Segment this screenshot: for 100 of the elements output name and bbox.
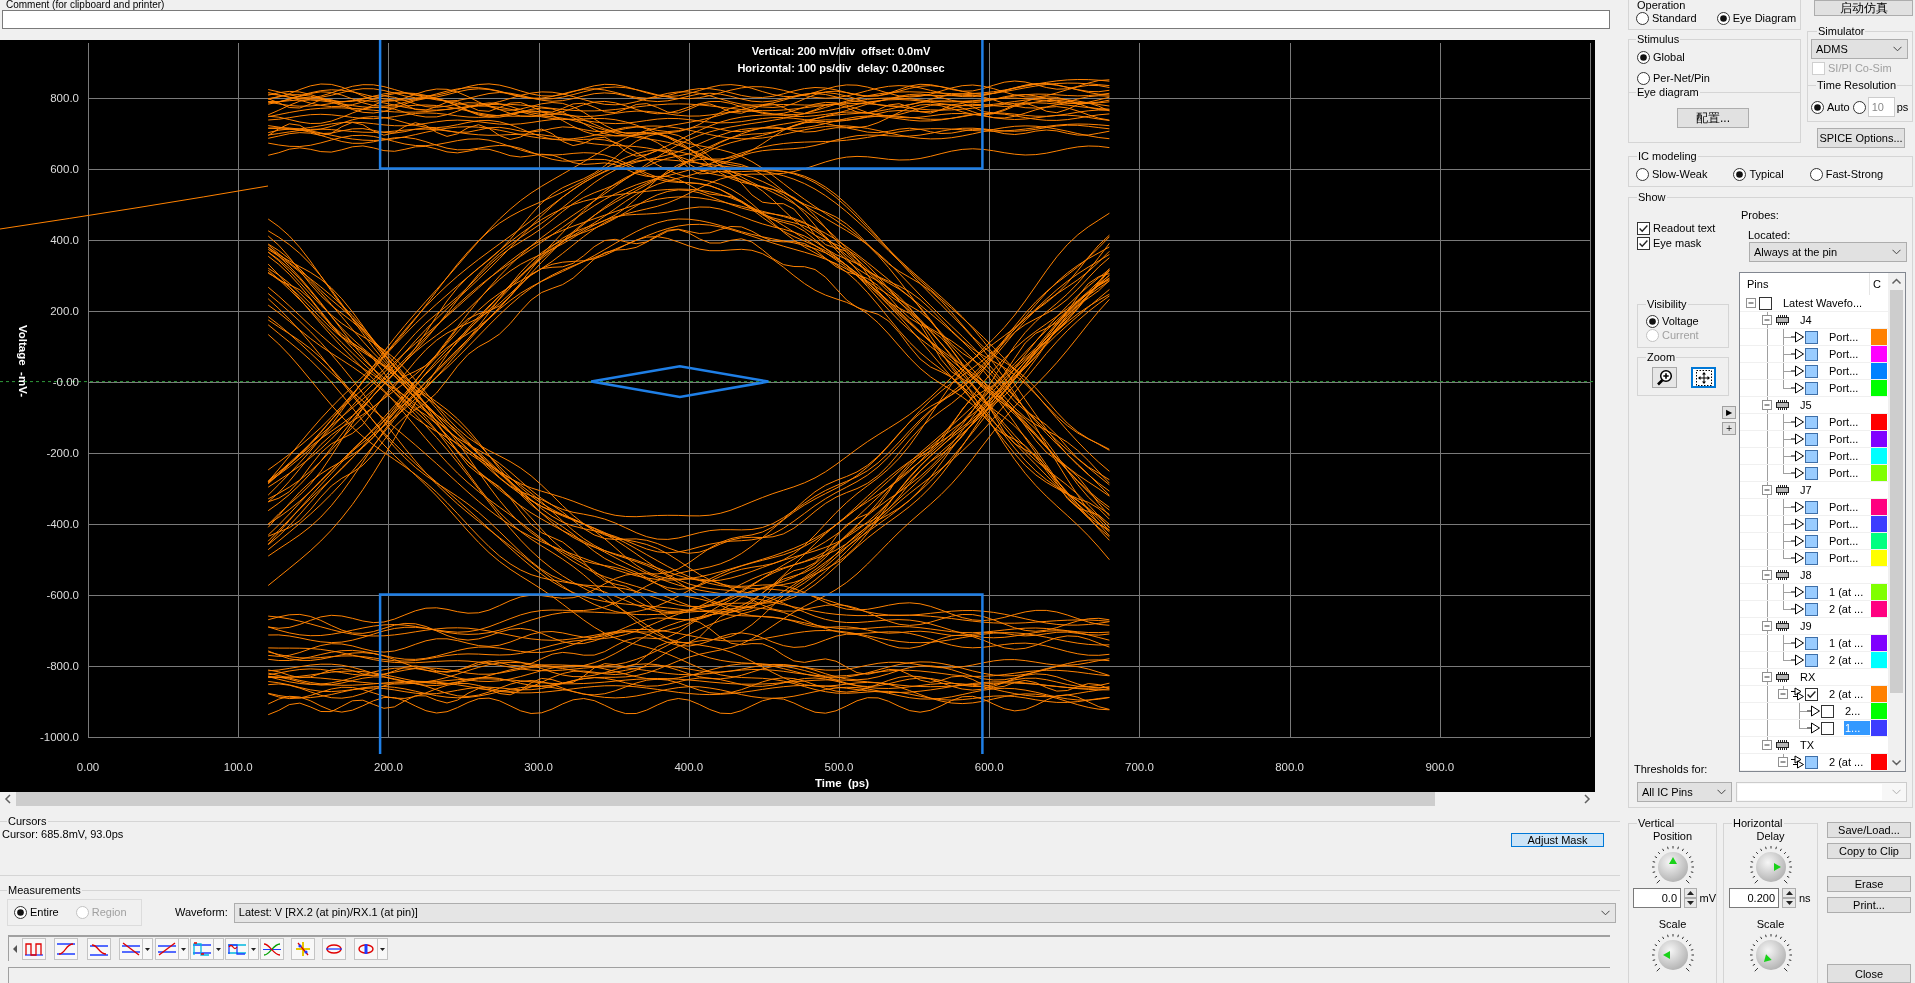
radio-button[interactable]	[14, 906, 27, 919]
measurement-tool-button[interactable]	[190, 938, 224, 960]
simulator-dropdown[interactable]: ADMS	[1811, 39, 1908, 59]
spice-options-button[interactable]: SPICE Options...	[1817, 128, 1905, 148]
tree-item[interactable]: Port...	[1828, 364, 1870, 378]
close-button[interactable]: Close	[1827, 964, 1911, 983]
collapse-toggle[interactable]	[1746, 297, 1757, 309]
tree-item[interactable]: Port...	[1828, 551, 1870, 565]
collapse-toggle[interactable]	[1762, 569, 1773, 581]
radio-button[interactable]	[1646, 315, 1659, 328]
measurement-tool-button[interactable]	[291, 938, 315, 960]
configure-button[interactable]: 配置...	[1677, 108, 1749, 128]
checkbox[interactable]	[1805, 653, 1818, 667]
measurement-tool-button[interactable]	[54, 938, 78, 960]
checkbox[interactable]	[1805, 687, 1818, 701]
checkbox[interactable]	[1805, 432, 1818, 446]
checkbox[interactable]	[1821, 721, 1834, 735]
measurement-tool-button[interactable]	[22, 938, 46, 960]
measurement-tool-button[interactable]	[322, 938, 346, 960]
tree-item[interactable]: Port...	[1828, 381, 1870, 395]
tree-item[interactable]: Port...	[1828, 432, 1870, 446]
located-dropdown[interactable]: Always at the pin	[1749, 242, 1907, 262]
collapse-toggle[interactable]	[1762, 314, 1773, 326]
checkbox[interactable]	[1805, 381, 1818, 395]
spin-down-button[interactable]	[1684, 898, 1697, 908]
tree-item[interactable]: 2 (at ...	[1828, 653, 1870, 667]
tree-item[interactable]: Port...	[1828, 330, 1870, 344]
tree-item[interactable]: 2 (at ...	[1828, 602, 1870, 616]
tree-item[interactable]: Port...	[1828, 500, 1870, 514]
checkbox[interactable]	[1805, 415, 1818, 429]
checkbox[interactable]	[1805, 551, 1818, 565]
tree-item[interactable]: 2 (at ...	[1828, 687, 1870, 701]
checkbox[interactable]	[1637, 221, 1650, 235]
spin-up-button[interactable]	[1684, 888, 1697, 898]
checkbox[interactable]	[1805, 347, 1818, 361]
collapse-toggle[interactable]	[1778, 756, 1789, 768]
tree-item[interactable]: Port...	[1828, 347, 1870, 361]
radio-button[interactable]	[1811, 100, 1824, 114]
checkbox[interactable]	[1805, 636, 1818, 650]
measurement-tool-button[interactable]	[260, 938, 284, 960]
tree-item[interactable]: J8	[1799, 568, 1870, 582]
right-arrow-button[interactable]: ▶	[1722, 406, 1736, 419]
tree-item[interactable]: Port...	[1828, 517, 1870, 531]
checkbox[interactable]	[1805, 500, 1818, 514]
position-field[interactable]: 0.0	[1633, 888, 1681, 908]
tree-item[interactable]: Port...	[1828, 466, 1870, 480]
measurement-tool-button[interactable]	[119, 938, 153, 960]
tree-item[interactable]: Port...	[1828, 415, 1870, 429]
tree-item[interactable]: 2 (at ...	[1828, 755, 1870, 769]
fit-button[interactable]	[1691, 367, 1716, 388]
collapse-toggle[interactable]	[1778, 688, 1789, 700]
plus-button[interactable]: +	[1722, 422, 1736, 435]
collapse-toggle[interactable]	[1762, 399, 1773, 411]
column-header[interactable]: Pins	[1740, 273, 1870, 295]
measurement-tool-button[interactable]	[354, 938, 388, 960]
tree-item[interactable]: RX	[1799, 670, 1870, 684]
tree-item[interactable]: 1 (at ...	[1828, 636, 1870, 650]
checkbox[interactable]	[1805, 449, 1818, 463]
tree-item[interactable]: TX	[1799, 738, 1870, 752]
spin-down-button[interactable]	[1782, 898, 1796, 908]
start-simulation-button[interactable]: 启动仿真	[1814, 0, 1913, 16]
radio-button[interactable]	[1637, 51, 1650, 64]
collapse-toggle[interactable]	[1762, 620, 1773, 632]
spin-up-button[interactable]	[1782, 888, 1796, 898]
radio-button[interactable]	[1733, 168, 1747, 181]
tree-item[interactable]: Port...	[1828, 449, 1870, 463]
copy-to-clip-button[interactable]: Copy to Clip	[1827, 843, 1911, 859]
radio-button[interactable]	[1636, 12, 1649, 25]
adjust-mask-button[interactable]: Adjust Mask	[1511, 833, 1604, 847]
comment-field[interactable]	[2, 10, 1610, 29]
tree-item[interactable]: 2...	[1844, 704, 1870, 718]
tree-item[interactable]: 1 (at ...	[1828, 585, 1870, 599]
checkbox[interactable]	[1805, 585, 1818, 599]
checkbox[interactable]	[1805, 330, 1818, 344]
measurement-tool-button[interactable]	[225, 938, 259, 960]
scroll-left-icon[interactable]	[12, 945, 18, 953]
collapse-toggle[interactable]	[1762, 484, 1773, 496]
scroll-thumb[interactable]	[1890, 290, 1903, 693]
measurement-tool-button[interactable]	[87, 938, 111, 960]
zoom-in-button[interactable]	[1652, 367, 1677, 388]
measurement-tool-button[interactable]	[155, 938, 189, 960]
checkbox[interactable]	[1637, 236, 1650, 250]
checkbox[interactable]	[1759, 296, 1772, 310]
radio-button[interactable]	[1716, 12, 1730, 25]
tree-item[interactable]: Port...	[1828, 534, 1870, 548]
waveform-dropdown[interactable]: Latest: V [RX.2 (at pin)/RX.1 (at pin)]	[233, 902, 1616, 923]
checkbox[interactable]	[1805, 755, 1818, 769]
erase-button[interactable]: Erase	[1827, 876, 1911, 892]
save-load-button[interactable]: Save/Load...	[1827, 822, 1911, 838]
tree-item[interactable]: Latest Wavefo...	[1782, 296, 1870, 310]
radio-button[interactable]	[1636, 168, 1649, 181]
delay-field[interactable]: 0.200	[1729, 888, 1779, 908]
checkbox[interactable]	[1821, 704, 1834, 718]
checkbox[interactable]	[1805, 602, 1818, 616]
radio-button[interactable]	[1809, 168, 1823, 181]
vertical-scrollbar[interactable]	[1888, 273, 1905, 771]
checkbox[interactable]	[1805, 364, 1818, 378]
tree-item[interactable]: J5	[1799, 398, 1870, 412]
checkbox[interactable]	[1805, 534, 1818, 548]
radio-button[interactable]	[1852, 100, 1866, 114]
